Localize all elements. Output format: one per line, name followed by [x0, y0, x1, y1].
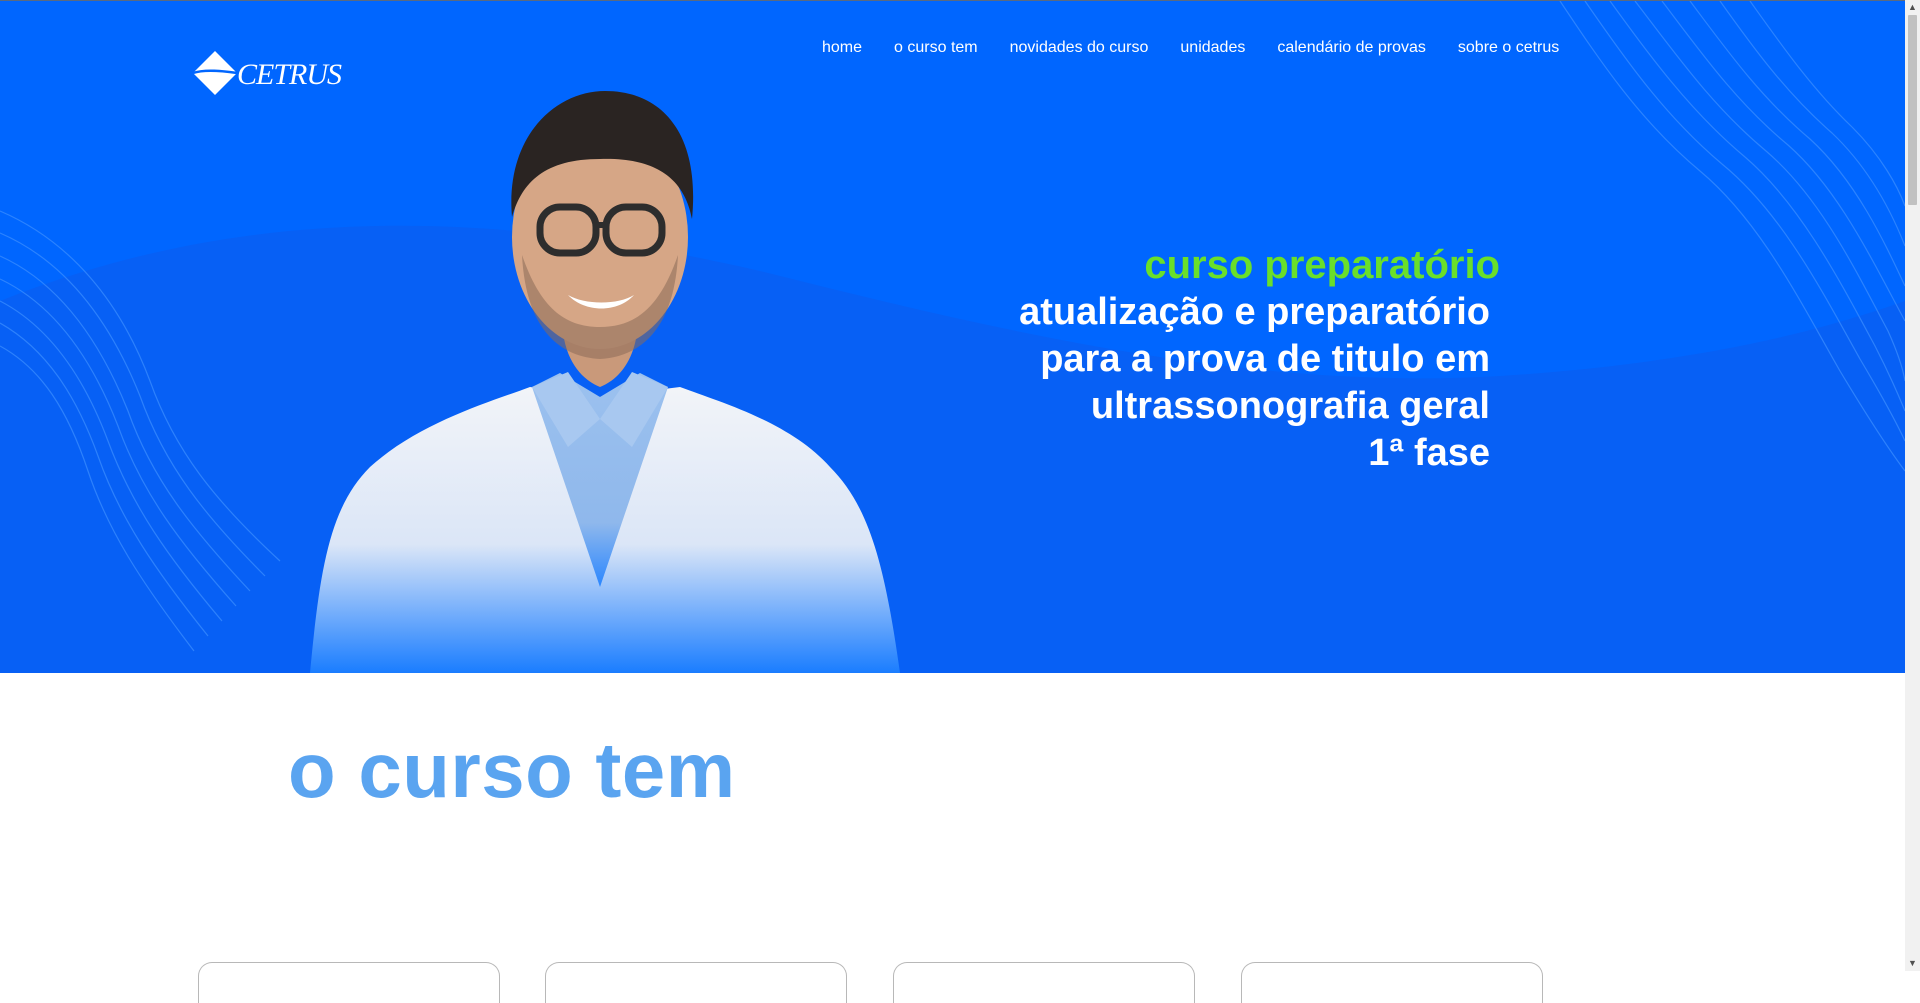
hero-line: para a prova de titulo em [1040, 338, 1490, 380]
top-border [0, 0, 1905, 1]
main-nav: home o curso tem novidades do curso unid… [822, 37, 1559, 59]
nav-link-unidades[interactable]: unidades [1180, 37, 1245, 59]
course-feature-card[interactable] [893, 962, 1195, 1003]
course-feature-card[interactable] [198, 962, 500, 1003]
scrollbar-thumb[interactable] [1908, 15, 1917, 205]
nav-link-o-curso-tem[interactable]: o curso tem [894, 37, 978, 59]
nav-link-sobre[interactable]: sobre o cetrus [1458, 37, 1559, 59]
hero-line: ultrassonografia geral [1090, 385, 1490, 427]
section-title: o curso tem [288, 726, 736, 814]
hero-line: atualização e preparatório [1019, 291, 1490, 333]
hero-line: 1ª fase [1368, 432, 1490, 474]
scroll-down-arrow-icon[interactable]: ▼ [1905, 956, 1920, 971]
nav-link-novidades[interactable]: novidades do curso [1010, 37, 1149, 59]
vertical-scrollbar[interactable]: ▲ ▼ [1905, 0, 1920, 971]
nav-link-calendario[interactable]: calendário de provas [1277, 37, 1426, 59]
hero-background-waves [0, 1, 1905, 673]
scroll-up-arrow-icon[interactable]: ▲ [1905, 0, 1920, 15]
hero-banner: CETRUS home o curso tem novidades do cur… [0, 1, 1905, 673]
nav-link-home[interactable]: home [822, 37, 862, 59]
diamond-logo-icon [192, 51, 238, 95]
hero-kicker: curso preparatório [1144, 243, 1500, 287]
course-feature-card[interactable] [545, 962, 847, 1003]
doctor-portrait-image [310, 91, 900, 673]
course-feature-card[interactable] [1241, 962, 1543, 1003]
hero-headline: curso preparatório atualização e prepara… [1019, 241, 1500, 477]
